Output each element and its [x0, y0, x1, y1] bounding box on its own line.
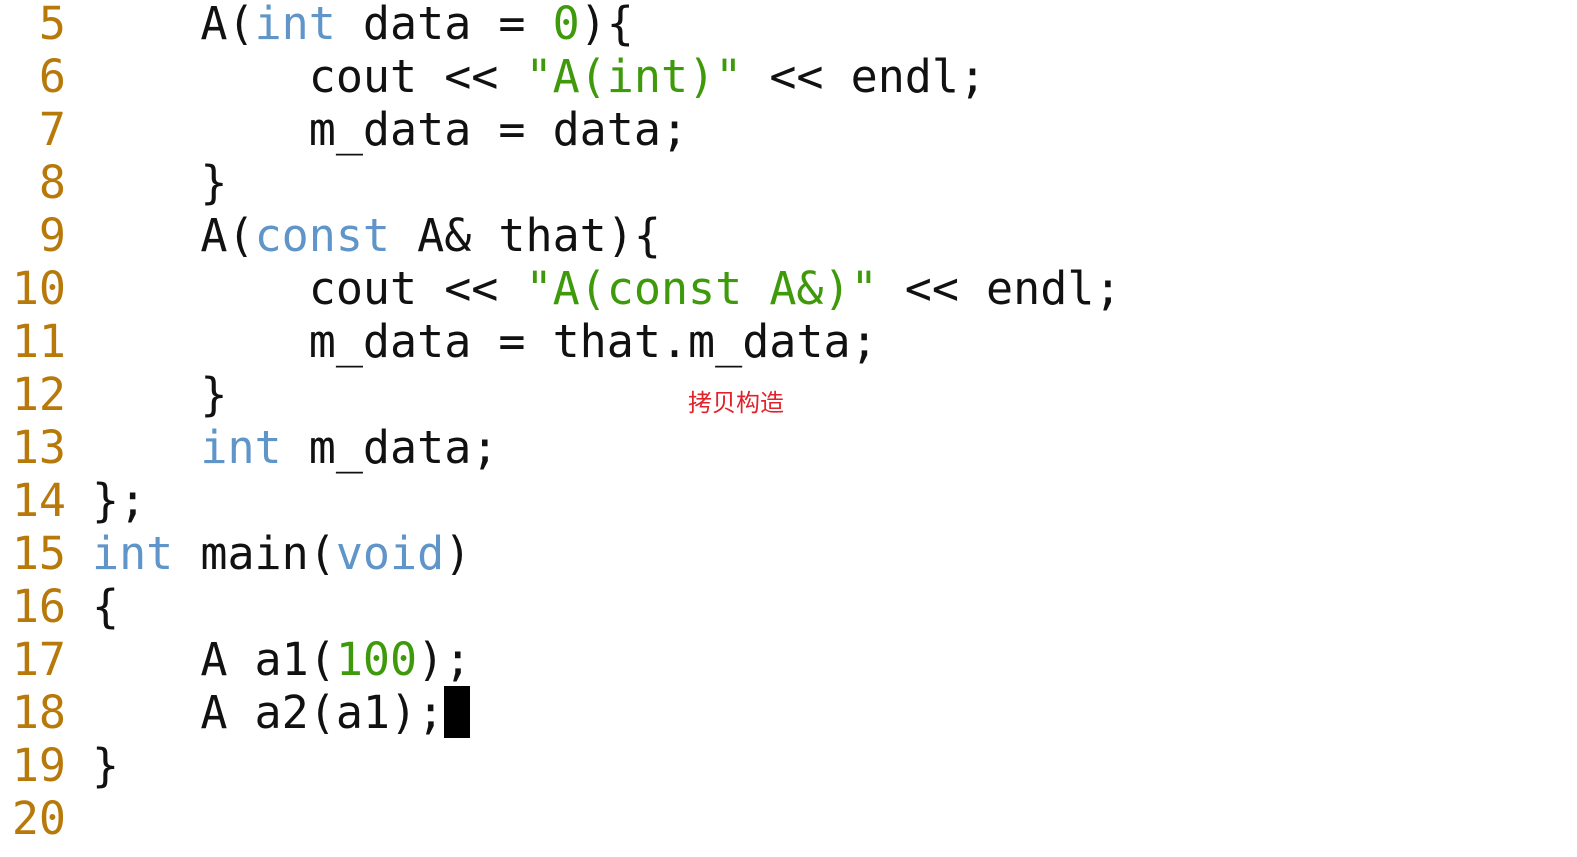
line-number: 9: [38, 209, 66, 262]
line-number: 19: [11, 739, 66, 792]
code-token: A& that){: [390, 209, 661, 262]
code-line[interactable]: 7 m_data = data;: [0, 103, 1577, 156]
code-token: ): [444, 527, 472, 580]
line-number: 20: [11, 792, 66, 845]
literal-token: "A(int)": [525, 50, 743, 103]
keyword-token: int: [254, 0, 336, 50]
line-number: 17: [11, 633, 66, 686]
keyword-token: const: [254, 209, 391, 262]
code-text[interactable]: A a1(100);: [92, 633, 471, 686]
code-token: << endl;: [742, 50, 987, 103]
code-text[interactable]: A(const A& that){: [92, 209, 661, 262]
code-text[interactable]: }: [92, 368, 227, 421]
line-number: 7: [38, 103, 66, 156]
literal-token: 100: [335, 633, 418, 686]
line-number: 10: [11, 262, 66, 315]
code-token: );: [417, 633, 472, 686]
code-line[interactable]: 6 cout << "A(int)" << endl;: [0, 50, 1577, 103]
code-line[interactable]: 18 A a2(a1);: [0, 686, 1577, 739]
code-editor[interactable]: 5 A(int data = 0){6 cout << "A(int)" << …: [0, 0, 1577, 857]
keyword-token: void: [335, 527, 445, 580]
code-token: }: [92, 368, 228, 421]
code-line[interactable]: 5 A(int data = 0){: [0, 0, 1577, 50]
code-line[interactable]: 11 m_data = that.m_data;: [0, 315, 1577, 368]
code-text[interactable]: cout << "A(int)" << endl;: [92, 50, 986, 103]
line-number: 16: [11, 580, 66, 633]
keyword-token: int: [92, 527, 174, 580]
code-line[interactable]: 20: [0, 792, 1577, 845]
line-number: 6: [38, 50, 66, 103]
keyword-token: int: [200, 421, 282, 474]
code-token: m_data = data;: [92, 103, 689, 156]
code-line[interactable]: 12 }: [0, 368, 1577, 421]
code-line[interactable]: 13 int m_data;: [0, 421, 1577, 474]
code-token: cout <<: [92, 50, 526, 103]
code-line[interactable]: 9 A(const A& that){: [0, 209, 1577, 262]
code-text[interactable]: m_data = data;: [92, 103, 688, 156]
line-number: 12: [11, 368, 66, 421]
code-text[interactable]: m_data = that.m_data;: [92, 315, 878, 368]
code-text[interactable]: }: [92, 739, 119, 792]
code-text[interactable]: };: [92, 474, 146, 527]
code-token: main(: [173, 527, 336, 580]
code-line[interactable]: 8 }: [0, 156, 1577, 209]
code-token: m_data = that.m_data;: [92, 315, 878, 368]
text-cursor: [444, 686, 471, 738]
code-token: }: [92, 156, 228, 209]
code-text[interactable]: int m_data;: [92, 421, 498, 474]
line-number: 11: [11, 315, 66, 368]
code-text[interactable]: A a2(a1);: [92, 686, 471, 739]
code-token: A(: [92, 209, 255, 262]
code-line[interactable]: 17 A a1(100);: [0, 633, 1577, 686]
code-token: cout <<: [92, 262, 526, 315]
code-line[interactable]: 16 {: [0, 580, 1577, 633]
line-number: 14: [11, 474, 66, 527]
code-token: A a1(: [92, 633, 336, 686]
code-token: m_data;: [281, 421, 499, 474]
code-text[interactable]: A(int data = 0){: [92, 0, 634, 50]
code-line[interactable]: 10 cout << "A(const A&)" << endl;: [0, 262, 1577, 315]
line-number: 15: [11, 527, 66, 580]
code-text[interactable]: }: [92, 156, 227, 209]
code-token: ){: [579, 0, 634, 50]
code-token: data =: [335, 0, 553, 50]
code-line[interactable]: 19}: [0, 739, 1577, 792]
code-line[interactable]: 14};: [0, 474, 1577, 527]
code-text[interactable]: {: [92, 580, 119, 633]
code-token: {: [92, 580, 120, 633]
line-number: 13: [11, 421, 66, 474]
literal-token: "A(const A&)": [525, 262, 878, 315]
code-token: }: [92, 739, 120, 792]
annotation-label: 拷贝构造: [688, 389, 784, 417]
code-token: A a2(a1);: [92, 686, 445, 739]
line-number: 18: [11, 686, 66, 739]
code-token: << endl;: [877, 262, 1122, 315]
line-number: 5: [38, 0, 66, 50]
code-token: };: [92, 474, 147, 527]
code-token: A(: [92, 0, 255, 50]
line-number: 8: [38, 156, 66, 209]
code-text[interactable]: int main(void): [92, 527, 471, 580]
code-text[interactable]: cout << "A(const A&)" << endl;: [92, 262, 1122, 315]
code-line[interactable]: 15 int main(void): [0, 527, 1577, 580]
literal-token: 0: [552, 0, 580, 50]
